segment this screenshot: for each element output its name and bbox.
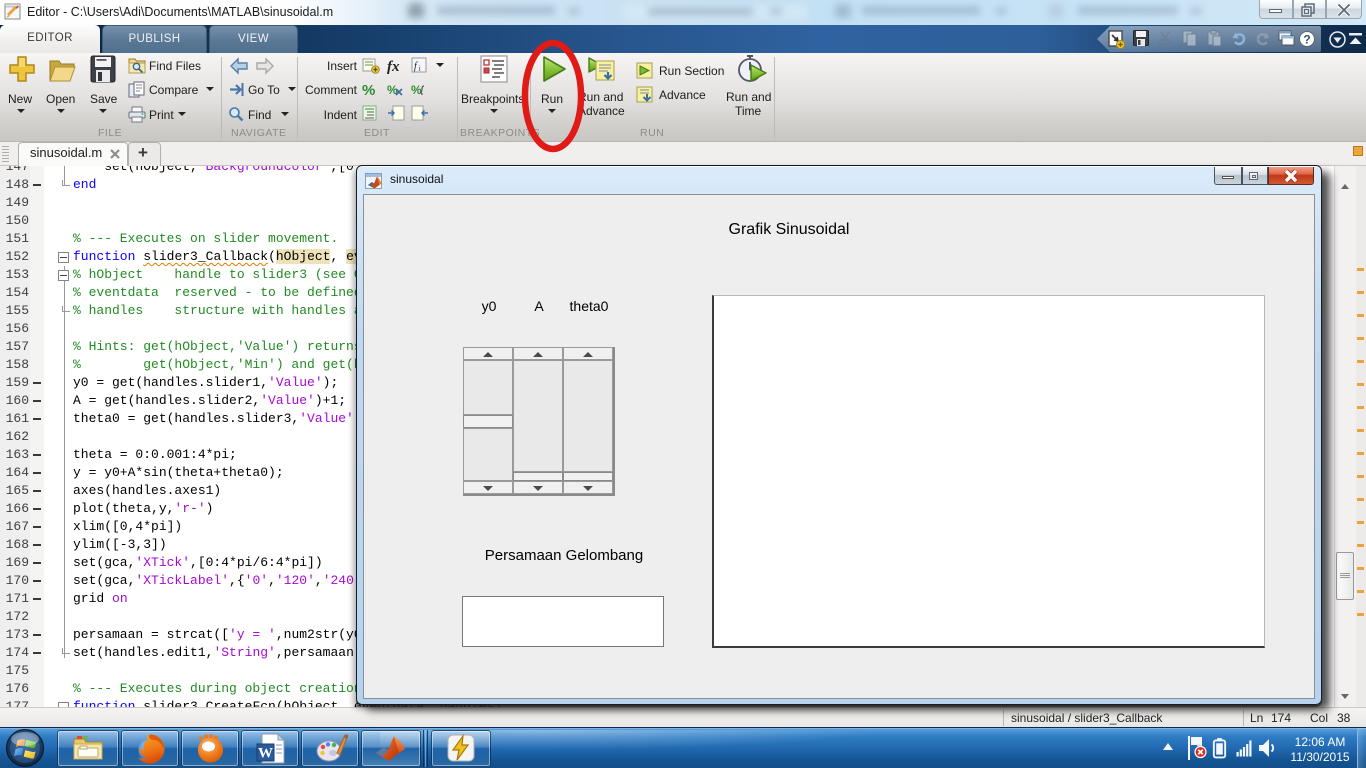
svg-text:%: % — [411, 83, 422, 97]
svg-text:fx: fx — [387, 59, 400, 74]
svg-text:W: W — [258, 746, 273, 762]
svg-text:%: % — [362, 82, 375, 99]
svg-text:?: ? — [1303, 33, 1310, 47]
